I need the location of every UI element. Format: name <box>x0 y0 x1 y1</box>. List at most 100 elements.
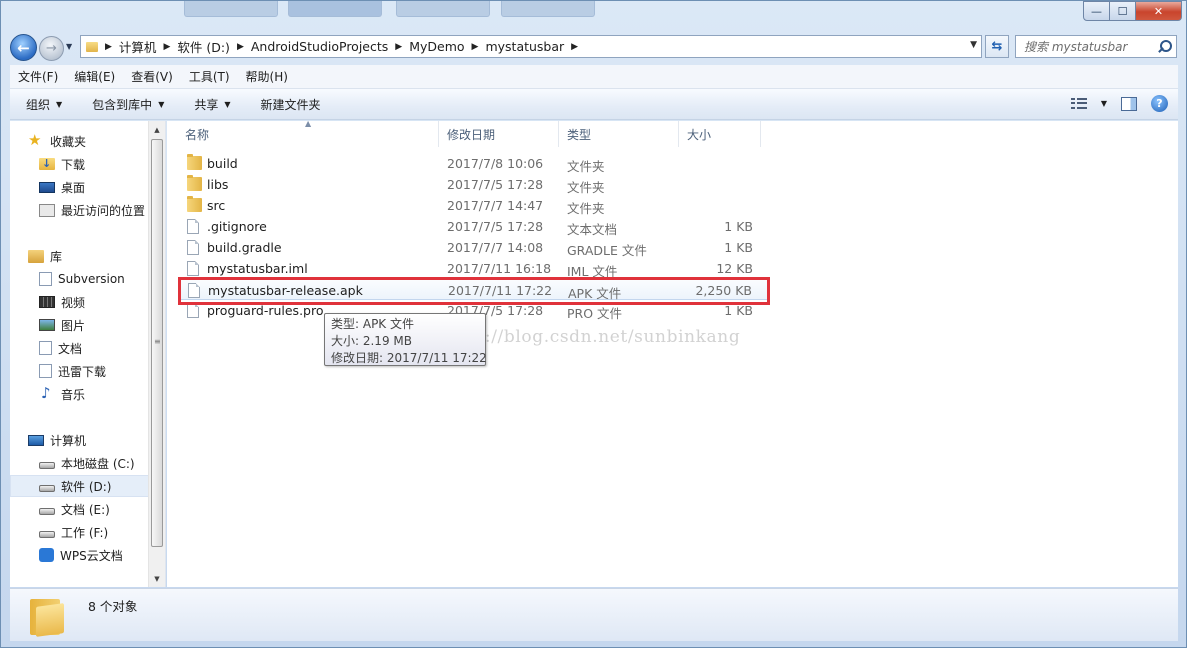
forward-button[interactable]: → <box>39 36 64 61</box>
file-modified: 2017/7/7 14:47 <box>447 198 544 213</box>
nav-item-drive-e[interactable]: 文档 (E:) <box>10 498 150 520</box>
nav-item-drive-d[interactable]: 软件 (D:) <box>10 475 150 497</box>
nav-item-pictures[interactable]: 图片 <box>10 314 150 336</box>
breadcrumb-separator[interactable]: ▶ <box>105 42 112 52</box>
chevron-down-icon: ▼ <box>158 99 165 109</box>
nav-label: 下载 <box>61 157 86 172</box>
computer-icon <box>28 434 44 446</box>
menu-help[interactable]: 帮助(H) <box>238 68 296 85</box>
back-button[interactable]: ← <box>10 34 37 61</box>
file-modified: 2017/7/5 17:28 <box>447 177 544 192</box>
background-window-button <box>396 1 490 17</box>
menu-file[interactable]: 文件(F) <box>10 68 66 85</box>
column-header-name[interactable]: 名称 <box>177 121 439 147</box>
nav-favorites[interactable]: 收藏夹 <box>10 130 150 152</box>
breadcrumb-item-drive-d[interactable]: 软件 (D:) <box>177 37 230 56</box>
preview-pane-icon[interactable] <box>1121 96 1137 111</box>
wps-cloud-icon <box>39 548 54 562</box>
file-type: 文件夹 <box>567 159 605 174</box>
nav-item-videos[interactable]: 视频 <box>10 291 150 313</box>
help-icon[interactable]: ? <box>1151 95 1168 112</box>
nav-item-downloads[interactable]: 下载 <box>10 153 150 175</box>
tooltip-size: 大小: 2.19 MB <box>331 334 412 348</box>
breadcrumb-item-computer[interactable]: 计算机 <box>119 37 157 56</box>
breadcrumb-separator[interactable]: ▶ <box>472 42 479 52</box>
nav-label: 最近访问的位置 <box>61 203 146 218</box>
include-in-library-button[interactable]: 包含到库中 ▼ <box>76 96 178 113</box>
folder-icon <box>187 175 202 191</box>
nav-item-music[interactable]: 音乐 <box>10 383 150 405</box>
nav-item-wps-cloud[interactable]: WPS云文档 <box>10 544 150 566</box>
breadcrumb-separator[interactable]: ▶ <box>237 42 244 52</box>
breadcrumb-separator[interactable]: ▶ <box>395 42 402 52</box>
file-row[interactable]: src 2017/7/7 14:47 文件夹 <box>179 195 769 216</box>
file-row[interactable]: build.gradle 2017/7/7 14:08 GRADLE 文件 1 … <box>179 237 769 258</box>
file-row[interactable]: .gitignore 2017/7/5 17:28 文本文档 1 KB <box>179 216 769 237</box>
nav-computer[interactable]: 计算机 <box>10 429 150 451</box>
window-controls: — ☐ ✕ <box>1083 1 1182 21</box>
include-in-library-label: 包含到库中 <box>92 97 153 112</box>
file-name: build.gradle <box>207 240 282 255</box>
drive-icon <box>39 530 55 538</box>
drive-icon <box>39 507 55 515</box>
nav-item-thunder-downloads[interactable]: 迅雷下载 <box>10 360 150 382</box>
minimize-button[interactable]: — <box>1083 1 1110 21</box>
file-row[interactable]: libs 2017/7/5 17:28 文件夹 <box>179 174 769 195</box>
drive-icon <box>39 484 55 492</box>
column-header-modified[interactable]: 修改日期 <box>439 121 559 147</box>
breadcrumb-item-mydemo[interactable]: MyDemo <box>409 39 464 54</box>
breadcrumb-separator[interactable]: ▶ <box>163 42 170 52</box>
highlight-annotation-box <box>178 277 770 305</box>
refresh-icon: ⇆ <box>991 39 1003 54</box>
scroll-down-arrow-icon[interactable]: ▼ <box>149 570 165 587</box>
scroll-up-arrow-icon[interactable]: ▲ <box>149 121 165 138</box>
navigation-scrollbar[interactable]: ▲ ≡ ▼ <box>148 121 165 587</box>
menu-edit[interactable]: 编辑(E) <box>66 68 123 85</box>
menu-view[interactable]: 查看(V) <box>123 68 181 85</box>
close-button[interactable]: ✕ <box>1136 1 1182 21</box>
nav-label: 图片 <box>61 318 86 333</box>
file-name: build <box>207 156 238 171</box>
file-icon <box>187 261 199 276</box>
new-folder-button[interactable]: 新建文件夹 <box>245 96 335 113</box>
forward-arrow-icon: → <box>46 41 57 56</box>
file-row[interactable]: mystatusbar.iml 2017/7/11 16:18 IML 文件 1… <box>179 258 769 279</box>
column-header-type[interactable]: 类型 <box>559 121 679 147</box>
nav-label: 工作 (F:) <box>61 525 109 540</box>
address-bar[interactable]: ▶ 计算机 ▶ 软件 (D:) ▶ AndroidStudioProjects … <box>80 35 982 58</box>
nav-label: 视频 <box>61 295 86 310</box>
column-header-size[interactable]: 大小 <box>679 121 761 147</box>
nav-item-documents[interactable]: 文档 <box>10 337 150 359</box>
breadcrumb-item-androidstudioprojects[interactable]: AndroidStudioProjects <box>251 39 388 54</box>
file-icon <box>187 240 199 255</box>
scrollbar-thumb[interactable]: ≡ <box>151 139 163 547</box>
chevron-down-icon[interactable]: ▼ <box>1101 99 1107 108</box>
nav-item-recent-places[interactable]: 最近访问的位置 <box>10 199 150 221</box>
search-input[interactable]: 搜索 mystatusbar <box>1015 35 1177 58</box>
maximize-button[interactable]: ☐ <box>1110 1 1136 21</box>
search-icon[interactable] <box>1156 39 1172 55</box>
nav-libraries[interactable]: 库 <box>10 245 150 267</box>
folder-icon <box>187 154 202 170</box>
nav-item-drive-c[interactable]: 本地磁盘 (C:) <box>10 452 150 474</box>
nav-item-drive-f[interactable]: 工作 (F:) <box>10 521 150 543</box>
nav-item-desktop[interactable]: 桌面 <box>10 176 150 198</box>
tooltip-type: 类型: APK 文件 <box>331 317 414 331</box>
recent-pages-button[interactable]: ▼ <box>66 42 72 51</box>
file-modified: 2017/7/7 14:08 <box>447 240 544 255</box>
nav-label: 计算机 <box>50 433 87 448</box>
address-dropdown-button[interactable]: ▼ <box>970 40 977 50</box>
file-row[interactable]: build 2017/7/8 10:06 文件夹 <box>179 153 769 174</box>
menu-tools[interactable]: 工具(T) <box>181 68 238 85</box>
breadcrumb-item-mystatusbar[interactable]: mystatusbar <box>485 39 564 54</box>
share-button[interactable]: 共享 ▼ <box>178 96 244 113</box>
nav-item-subversion[interactable]: Subversion <box>10 268 150 290</box>
organize-button[interactable]: 组织 ▼ <box>10 96 76 113</box>
explorer-window: — ☐ ✕ ← → ▼ ▶ 计算机 ▶ 软件 (D:) ▶ AndroidStu… <box>0 0 1187 648</box>
change-view-icon[interactable] <box>1070 97 1087 110</box>
breadcrumb-separator[interactable]: ▶ <box>571 42 578 52</box>
nav-label: 迅雷下载 <box>58 364 107 379</box>
tooltip-modified: 修改日期: 2017/7/11 17:22 <box>331 351 487 365</box>
title-bar[interactable]: — ☐ ✕ <box>1 1 1186 31</box>
refresh-button[interactable]: ⇆ <box>985 35 1009 58</box>
